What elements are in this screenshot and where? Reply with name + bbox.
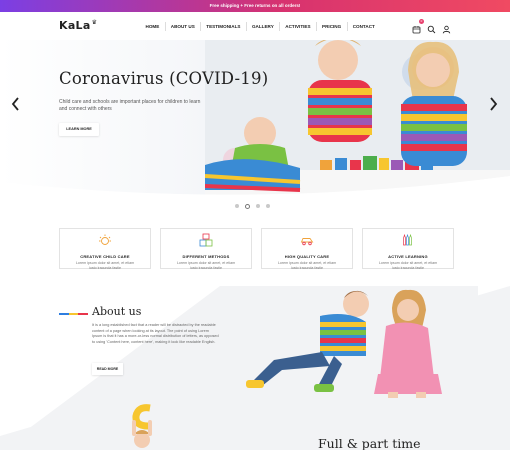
feature-text: Lorem ipsum dolor sit amet, et etiam ius…: [277, 261, 337, 270]
nav-gallery[interactable]: GALLERY: [246, 22, 279, 31]
header-icons: 0: [412, 19, 451, 34]
about-text: It is a long established fact that a rea…: [92, 323, 219, 344]
learn-more-button[interactable]: LEARN MORE: [59, 123, 99, 136]
feature-card: ACTIVE LEARNING Lorem ipsum dolor sit am…: [362, 228, 454, 270]
search-icon[interactable]: [427, 21, 436, 34]
slider-dot[interactable]: [266, 204, 270, 208]
feature-title: CREATIVE CHILD CARE: [80, 254, 130, 259]
nav-pricing[interactable]: PRICING: [317, 22, 347, 31]
slider-dot[interactable]: [235, 204, 239, 208]
sun-icon: [99, 234, 111, 245]
hero-title: Coronavirus (COVID-19): [59, 69, 269, 88]
features-row: CREATIVE CHILD CARE Lorem ipsum dolor si…: [59, 228, 454, 270]
feature-card: DIFFERENT METHODS Lorem ipsum dolor sit …: [160, 228, 252, 270]
feature-card: HIGH QUALITY CARE Lorem ipsum dolor sit …: [261, 228, 353, 270]
about-color-line: [59, 313, 89, 315]
about-children-photo: [246, 289, 442, 398]
about-title: About us: [92, 305, 142, 318]
nav-about-us[interactable]: ABOUT US: [165, 22, 200, 31]
feature-text: Lorem ipsum dolor sit amet, et etiam ius…: [75, 261, 135, 270]
feature-card: CREATIVE CHILD CARE Lorem ipsum dolor si…: [59, 228, 151, 270]
slider-prev-arrow-icon[interactable]: [11, 97, 21, 111]
site-logo[interactable]: KaLa♛: [59, 19, 97, 32]
hero-text: Child care and schools are important pla…: [59, 99, 201, 112]
cart-badge: 0: [419, 19, 424, 24]
feature-text: Lorem ipsum dolor sit amet, et etiam ius…: [378, 261, 438, 270]
nav-testimonials[interactable]: TESTIMONIALS: [201, 22, 246, 31]
crayons-icon: [403, 233, 412, 246]
slider-next-arrow-icon[interactable]: [488, 97, 498, 111]
feature-title: DIFFERENT METHODS: [182, 254, 230, 259]
hero-wave-divider: [0, 176, 510, 205]
car-icon: [300, 238, 314, 246]
site-header: KaLa♛ HOME ABOUT US TESTIMONIALS GALLERY…: [0, 12, 510, 40]
nav-contact[interactable]: CONTACT: [347, 22, 380, 31]
feature-title: ACTIVE LEARNING: [388, 254, 428, 259]
slider-dot[interactable]: [256, 204, 260, 208]
feature-title: HIGH QUALITY CARE: [284, 254, 330, 259]
nav-home[interactable]: HOME: [140, 22, 165, 31]
slider-dots: [235, 203, 270, 209]
nav-activities[interactable]: ACTIVITIES: [280, 22, 316, 31]
calendar-icon[interactable]: 0: [412, 19, 424, 34]
kid-with-letter-photo: [132, 404, 152, 448]
blocks-icon: [199, 233, 213, 247]
logo-crown-icon: ♛: [91, 19, 98, 26]
slider-dot-active[interactable]: [245, 203, 250, 209]
logo-text: KaLa: [59, 19, 91, 32]
feature-text: Lorem ipsum dolor sit amet, et etiam ius…: [176, 261, 236, 270]
read-more-button[interactable]: READ MORE: [92, 363, 123, 375]
promo-banner: Free shipping + Free returns on all orde…: [0, 0, 510, 12]
full-part-time-title: Full & part time: [318, 436, 421, 450]
user-icon[interactable]: [442, 21, 451, 34]
main-nav: HOME ABOUT US TESTIMONIALS GALLERY ACTIV…: [140, 22, 380, 31]
